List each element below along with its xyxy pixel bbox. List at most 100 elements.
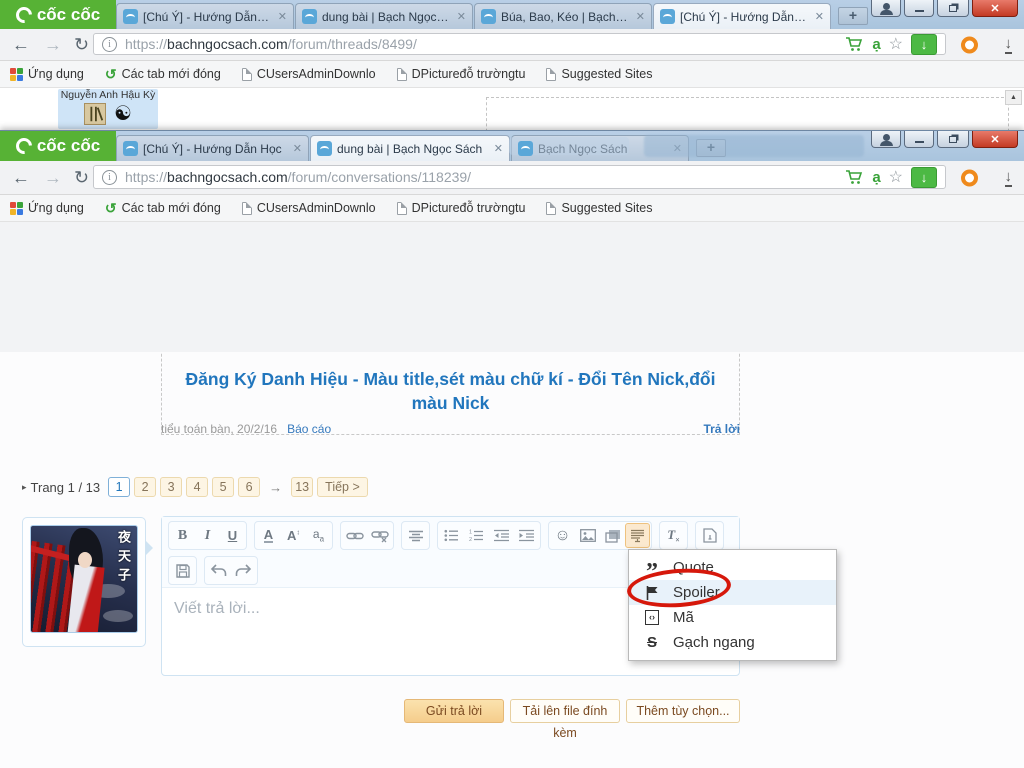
smiley-button[interactable]: ☺ [550, 523, 575, 548]
back-icon[interactable]: ← [12, 34, 30, 55]
bookmark-file-1[interactable]: CUsersAdminDownlo [242, 201, 376, 215]
text-color-button[interactable]: A [256, 523, 281, 548]
tab-1[interactable]: [Chú Ý] - Hướng Dẫn Họ ✕ [116, 3, 294, 29]
coccoc-logo-icon [13, 3, 36, 26]
insert-image-button[interactable] [575, 523, 600, 548]
scrollbar-up-arrow[interactable]: ▲ [1005, 90, 1022, 105]
page-button-13[interactable]: 13 [291, 477, 313, 497]
downloads-icon[interactable]: ↓ [1005, 36, 1013, 54]
url-field-icons: ạ ☆ ↓ [845, 34, 937, 55]
close-tab-icon[interactable]: ✕ [457, 10, 466, 23]
forward-icon[interactable]: → [44, 167, 62, 188]
tab-4-active[interactable]: [Chú Ý] - Hướng Dẫn Họ ✕ [653, 3, 831, 29]
reload-icon[interactable]: ↻ [74, 34, 89, 55]
tab-2-active[interactable]: dung bài | Bạch Ngọc Sách ✕ [310, 135, 510, 161]
bookmark-label: DPictuređỗ trườngtu [412, 67, 526, 81]
back-icon[interactable]: ← [12, 167, 30, 188]
page-button-4[interactable]: 4 [186, 477, 208, 497]
menu-item-code[interactable]: ‹› Mã [629, 605, 836, 630]
new-tab-button[interactable]: + [838, 7, 868, 25]
close-tab-icon[interactable]: ✕ [815, 10, 824, 23]
font-family-button[interactable]: aa [306, 523, 331, 548]
tab-3[interactable]: Búa, Bao, Kéo | Bạch Ng ✕ [474, 3, 652, 29]
dictionary-icon[interactable]: ạ [872, 36, 880, 53]
bookmark-file-2[interactable]: DPictuređỗ trườngtu [397, 67, 526, 81]
minimize-button[interactable] [904, 0, 934, 17]
report-link[interactable]: Báo cáo [287, 422, 331, 436]
bookmark-apps[interactable]: Ứng dụng [10, 67, 84, 81]
font-size-button[interactable]: A↕ [281, 523, 306, 548]
close-tab-icon[interactable]: ✕ [278, 10, 287, 23]
bookmark-reopened-tabs[interactable]: ↺Các tab mới đóng [105, 200, 221, 217]
download-video-button[interactable]: ↓ [911, 34, 937, 55]
more-options-button[interactable]: Thêm tùy chọn... [626, 699, 740, 723]
profile-button[interactable] [871, 0, 901, 17]
bookmark-star-icon[interactable]: ☆ [889, 34, 903, 54]
forward-icon[interactable]: → [44, 34, 62, 55]
reply-link[interactable]: Trả lời [703, 422, 740, 436]
next-page-button[interactable]: Tiếp > [317, 477, 368, 497]
address-bar: ← → ↻ i https://bachngocsach.com/forum/t… [0, 29, 1024, 61]
bookmark-reopened-tabs[interactable]: ↺Các tab mới đóng [105, 66, 221, 83]
page-button-2[interactable]: 2 [134, 477, 156, 497]
download-video-button[interactable]: ↓ [911, 167, 937, 188]
bookmark-star-icon[interactable]: ☆ [889, 167, 903, 187]
format-group: B I U [168, 521, 247, 550]
bookmark-suggested-sites[interactable]: Suggested Sites [546, 201, 652, 215]
page-button-5[interactable]: 5 [212, 477, 234, 497]
menu-item-strikethrough[interactable]: S Gạch ngang [629, 630, 836, 655]
maximize-button[interactable] [937, 131, 969, 148]
page-info-icon[interactable]: i [102, 37, 117, 52]
remove-format-button[interactable]: T× [661, 523, 686, 548]
italic-button[interactable]: I [195, 523, 220, 548]
save-draft-button[interactable] [170, 558, 195, 583]
url-field[interactable]: i https://bachngocsach.com/forum/convers… [93, 165, 946, 189]
page-button-6[interactable]: 6 [238, 477, 260, 497]
avatar[interactable]: 夜天子 [30, 525, 138, 633]
bookmark-suggested-sites[interactable]: Suggested Sites [546, 67, 652, 81]
bookmark-apps[interactable]: Ứng dụng [10, 201, 84, 215]
site-favicon [518, 141, 533, 156]
redo-button[interactable] [231, 558, 256, 583]
outdent-button[interactable] [489, 523, 514, 548]
history-group [204, 556, 258, 585]
dictionary-icon[interactable]: ạ [872, 169, 880, 186]
underline-button[interactable]: U [220, 523, 245, 548]
drafts-button[interactable] [697, 523, 722, 548]
minimize-button[interactable] [904, 131, 934, 148]
close-tab-icon[interactable]: ✕ [293, 142, 302, 155]
insert-media-button[interactable] [600, 523, 625, 548]
undo-button[interactable] [206, 558, 231, 583]
url-field[interactable]: i https://bachngocsach.com/forum/threads… [93, 33, 946, 55]
bold-button[interactable]: B [170, 523, 195, 548]
close-window-button[interactable]: ✕ [972, 131, 1018, 148]
profile-button[interactable] [871, 131, 901, 148]
bullet-list-button[interactable] [439, 523, 464, 548]
indent-button[interactable] [514, 523, 539, 548]
reload-icon[interactable]: ↻ [74, 167, 89, 188]
bookmark-file-1[interactable]: CUsersAdminDownlo [242, 67, 376, 81]
cart-icon[interactable] [845, 169, 864, 185]
tab-2[interactable]: dung bài | Bạch Ngọc Sá ✕ [295, 3, 473, 29]
bookmark-file-2[interactable]: DPictuređỗ trườngtu [397, 201, 526, 215]
tab-1[interactable]: [Chú Ý] - Hướng Dẫn Học ✕ [116, 135, 309, 161]
close-tab-icon[interactable]: ✕ [494, 142, 503, 155]
close-window-button[interactable]: ✕ [972, 0, 1018, 17]
coccoc-savior-icon[interactable] [961, 36, 978, 53]
upload-attachment-button[interactable]: Tải lên file đính kèm [510, 699, 620, 723]
page-button-1[interactable]: 1 [108, 477, 130, 497]
insert-special-button-active[interactable] [625, 523, 650, 548]
send-reply-button[interactable]: Gửi trả lời [404, 699, 504, 723]
numbered-list-button[interactable]: 12 [464, 523, 489, 548]
alignment-button[interactable] [403, 523, 428, 548]
close-tab-icon[interactable]: ✕ [636, 10, 645, 23]
page-button-3[interactable]: 3 [160, 477, 182, 497]
coccoc-savior-icon[interactable] [961, 169, 978, 186]
page-info-icon[interactable]: i [102, 170, 117, 185]
insert-link-button[interactable] [342, 523, 367, 548]
cart-icon[interactable] [845, 36, 864, 52]
selected-user-box[interactable]: Nguyễn Anh Hậu Kỳ ☯ [58, 89, 158, 129]
downloads-icon[interactable]: ↓ [1005, 169, 1013, 187]
remove-link-button[interactable] [367, 523, 392, 548]
maximize-button[interactable] [937, 0, 969, 17]
